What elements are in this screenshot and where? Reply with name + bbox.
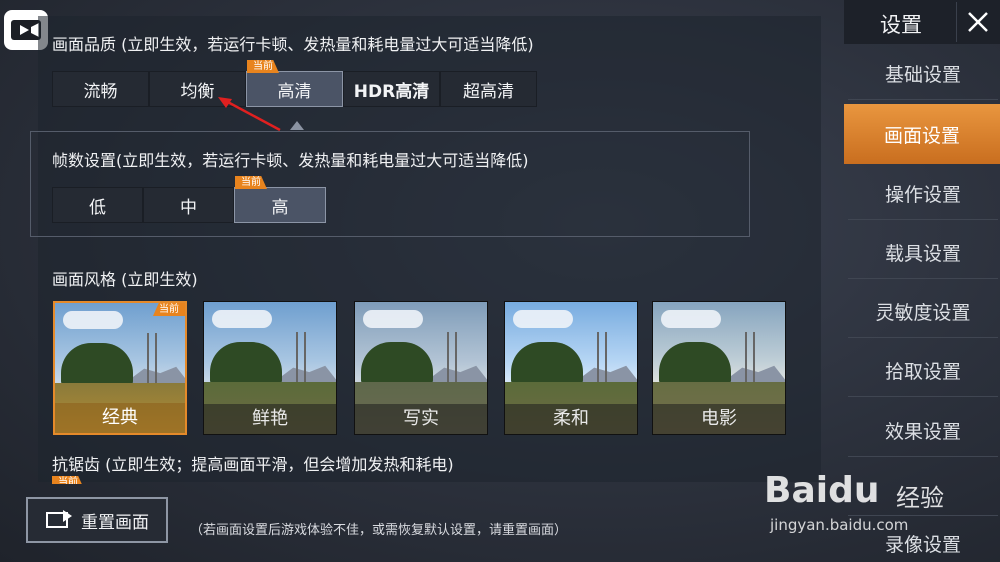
sidebar-item-graphics[interactable]: 画面设置 (844, 104, 1000, 164)
quality-option-hd-label: 高清 (277, 81, 312, 102)
style-card-film[interactable]: 电影 (652, 301, 786, 435)
style-label-classic: 经典 (55, 403, 185, 433)
baidu-watermark: Baidu 经验 jingyan.baidu.com (764, 456, 1000, 562)
fps-selector: 低 中 当前 高 (52, 176, 326, 223)
close-button[interactable] (956, 2, 999, 42)
style-card-soft[interactable]: 柔和 (504, 301, 638, 435)
reset-screen-icon (46, 510, 72, 528)
style-label-vivid: 鲜艳 (204, 404, 336, 434)
reset-screen-button[interactable]: 重置画面 (26, 497, 168, 543)
close-icon (968, 12, 988, 32)
quality-selector: 流畅 均衡 当前 高清 HDR高清 超高清 (52, 60, 537, 107)
reset-hint: （若画面设置后游戏体验不佳，或需恢复默认设置，请重置画面） (190, 523, 568, 538)
sidebar-item-controls[interactable]: 操作设置 (848, 168, 998, 220)
reset-screen-label: 重置画面 (81, 512, 149, 533)
fps-title: 帧数设置(立即生效，若运行卡顿、发热量和耗电量过大可适当降低) (52, 151, 529, 170)
watermark-url: jingyan.baidu.com (770, 516, 909, 534)
style-card-realistic[interactable]: 写实 (354, 301, 488, 435)
sidebar-item-effects[interactable]: 效果设置 (848, 405, 998, 457)
annotation-arrow (218, 97, 281, 132)
watermark-product: 经验 (896, 484, 944, 512)
fps-option-medium[interactable]: 中 (143, 187, 234, 223)
style-label-film: 电影 (653, 404, 785, 434)
style-card-classic[interactable]: 当前 经典 (53, 301, 187, 435)
fps-option-high-label: 高 (271, 197, 289, 218)
antialias-badge-clip: 当前 (52, 476, 92, 484)
style-card-vivid[interactable]: 鲜艳 (203, 301, 337, 435)
antialias-title: 抗锯齿 (立即生效；提高画面平滑，但会增加发热和耗电) (52, 455, 454, 474)
style-title: 画面风格 (立即生效) (52, 270, 198, 289)
quality-option-ultra[interactable]: 超高清 (440, 71, 537, 107)
fps-option-high[interactable]: 当前 高 (234, 176, 326, 223)
sidebar-item-vehicle[interactable]: 载具设置 (848, 227, 998, 279)
watermark-brand: Baidu (764, 470, 880, 511)
settings-title: 设置 (880, 13, 922, 37)
quality-option-hdr[interactable]: HDR高清 (343, 71, 440, 107)
style-label-soft: 柔和 (505, 404, 637, 434)
current-badge: 当前 (52, 476, 84, 484)
sidebar-item-basic[interactable]: 基础设置 (848, 48, 998, 100)
style-label-realistic: 写实 (355, 404, 487, 434)
quality-option-smooth[interactable]: 流畅 (52, 71, 149, 107)
selection-pointer (290, 121, 304, 130)
sidebar-item-sensitivity[interactable]: 灵敏度设置 (848, 286, 998, 338)
quality-title: 画面品质 (立即生效，若运行卡顿、发热量和耗电量过大可适当降低) (52, 35, 534, 54)
sidebar-item-pickup[interactable]: 拾取设置 (848, 345, 998, 397)
fps-option-low[interactable]: 低 (52, 187, 143, 223)
